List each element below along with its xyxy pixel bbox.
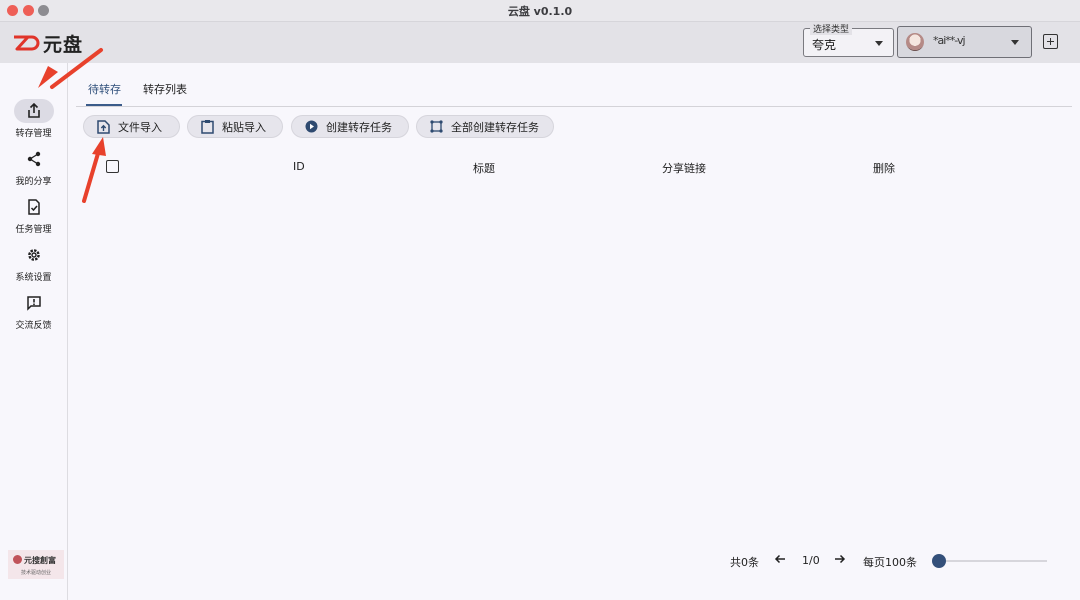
prev-page-button[interactable] [774,553,786,568]
task-check-icon [28,199,40,215]
nav-icon-container [14,291,54,315]
create-all-transfer-tasks-label: 全部创建转存任务 [451,120,539,134]
nav-icon-container [14,195,54,219]
gear-icon [28,249,40,261]
file-import-button[interactable]: 文件导入 [83,115,180,138]
nav-icon-container [14,243,54,267]
page-size-slider-thumb[interactable] [932,554,946,568]
drive-type-value: 夸克 [812,38,837,52]
sidebar-item-task-manage[interactable]: 任务管理 [0,195,67,239]
share-icon [27,151,41,167]
sidebar-item-label: 任务管理 [15,225,52,235]
active-tab-indicator [86,104,122,106]
page-size-slider-track[interactable] [940,560,1047,562]
sidebar-item-label: 转存管理 [15,129,52,139]
column-header-title: 标题 [473,162,495,175]
sidebar-item-label: 交流反馈 [15,321,52,331]
arrow-right-icon [835,554,846,564]
sidebar: 转存管理 我的分享 任务管理 系统设置 交流反馈 元搜創富 技术驱动创业 [0,63,68,600]
brand-badge: 元搜創富 技术驱动创业 [8,550,64,579]
column-header-delete: 删除 [873,162,895,175]
annotation-arrowhead-import [92,137,106,156]
sidebar-item-feedback[interactable]: 交流反馈 [0,291,67,335]
title-bar: 云盘 v0.1.0 [0,0,1080,22]
page-size-label: 每页100条 [863,556,917,569]
brand-tagline: 技术驱动创业 [20,570,51,576]
sidebar-item-my-shares[interactable]: 我的分享 [0,147,67,191]
paste-import-button[interactable]: 粘贴导入 [187,115,283,138]
app-logo: 元盘 [12,32,84,56]
select-all-checkbox[interactable] [106,160,119,173]
chevron-down-icon [875,41,883,46]
nav-icon-container [14,99,54,123]
app-header: 元盘 选择类型 夸克 *ai**-vj [0,22,1080,63]
upload-share-icon [28,103,40,118]
logo-mark-icon [14,35,40,51]
drive-type-select[interactable]: 选择类型 夸克 [803,22,894,57]
create-transfer-task-label: 创建转存任务 [326,120,392,134]
nav-icon-container [14,147,54,171]
create-transfer-task-button[interactable]: 创建转存任务 [291,115,409,138]
feedback-icon [27,296,41,311]
paste-import-label: 粘贴导入 [222,120,266,134]
brand-name: 元搜創富 [24,556,56,565]
main-tabs: 待转存 转存列表 [76,63,1072,107]
sidebar-item-transfer-manage[interactable]: 转存管理 [0,99,67,143]
file-import-label: 文件导入 [118,120,162,134]
drive-type-label: 选择类型 [810,22,853,35]
create-all-transfer-tasks-button[interactable]: 全部创建转存任务 [416,115,554,138]
annotation-arrow-import [82,148,101,203]
column-header-share-link: 分享链接 [662,162,706,175]
account-select[interactable]: *ai**-vj [897,26,1032,58]
add-account-icon[interactable] [1043,34,1058,49]
sidebar-item-label: 系统设置 [15,273,52,283]
clipboard-icon [201,119,214,134]
column-header-id: ID [293,160,305,173]
tab-transfer-list[interactable]: 转存列表 [143,81,187,97]
avatar [906,33,924,51]
sidebar-item-label: 我的分享 [15,177,52,187]
select-all-frame-icon [430,120,443,133]
play-circle-icon [305,120,318,133]
app-window: 云盘 v0.1.0 元盘 选择类型 夸克 *ai**-vj 转存管理 我的分享 … [0,0,1080,600]
tab-pending-transfer[interactable]: 待转存 [88,81,121,97]
logo-text: 元盘 [43,33,84,56]
chevron-down-icon [1011,40,1019,45]
arrow-left-icon [774,554,785,564]
window-title: 云盘 v0.1.0 [507,5,573,18]
account-name: *ai**-vj [933,34,966,47]
page-indicator: 1/0 [802,554,820,567]
brand-logo-icon [13,555,22,564]
next-page-button[interactable] [834,553,846,568]
file-upload-icon [97,119,110,134]
total-count: 共0条 [730,556,759,569]
sidebar-item-settings[interactable]: 系统设置 [0,243,67,287]
